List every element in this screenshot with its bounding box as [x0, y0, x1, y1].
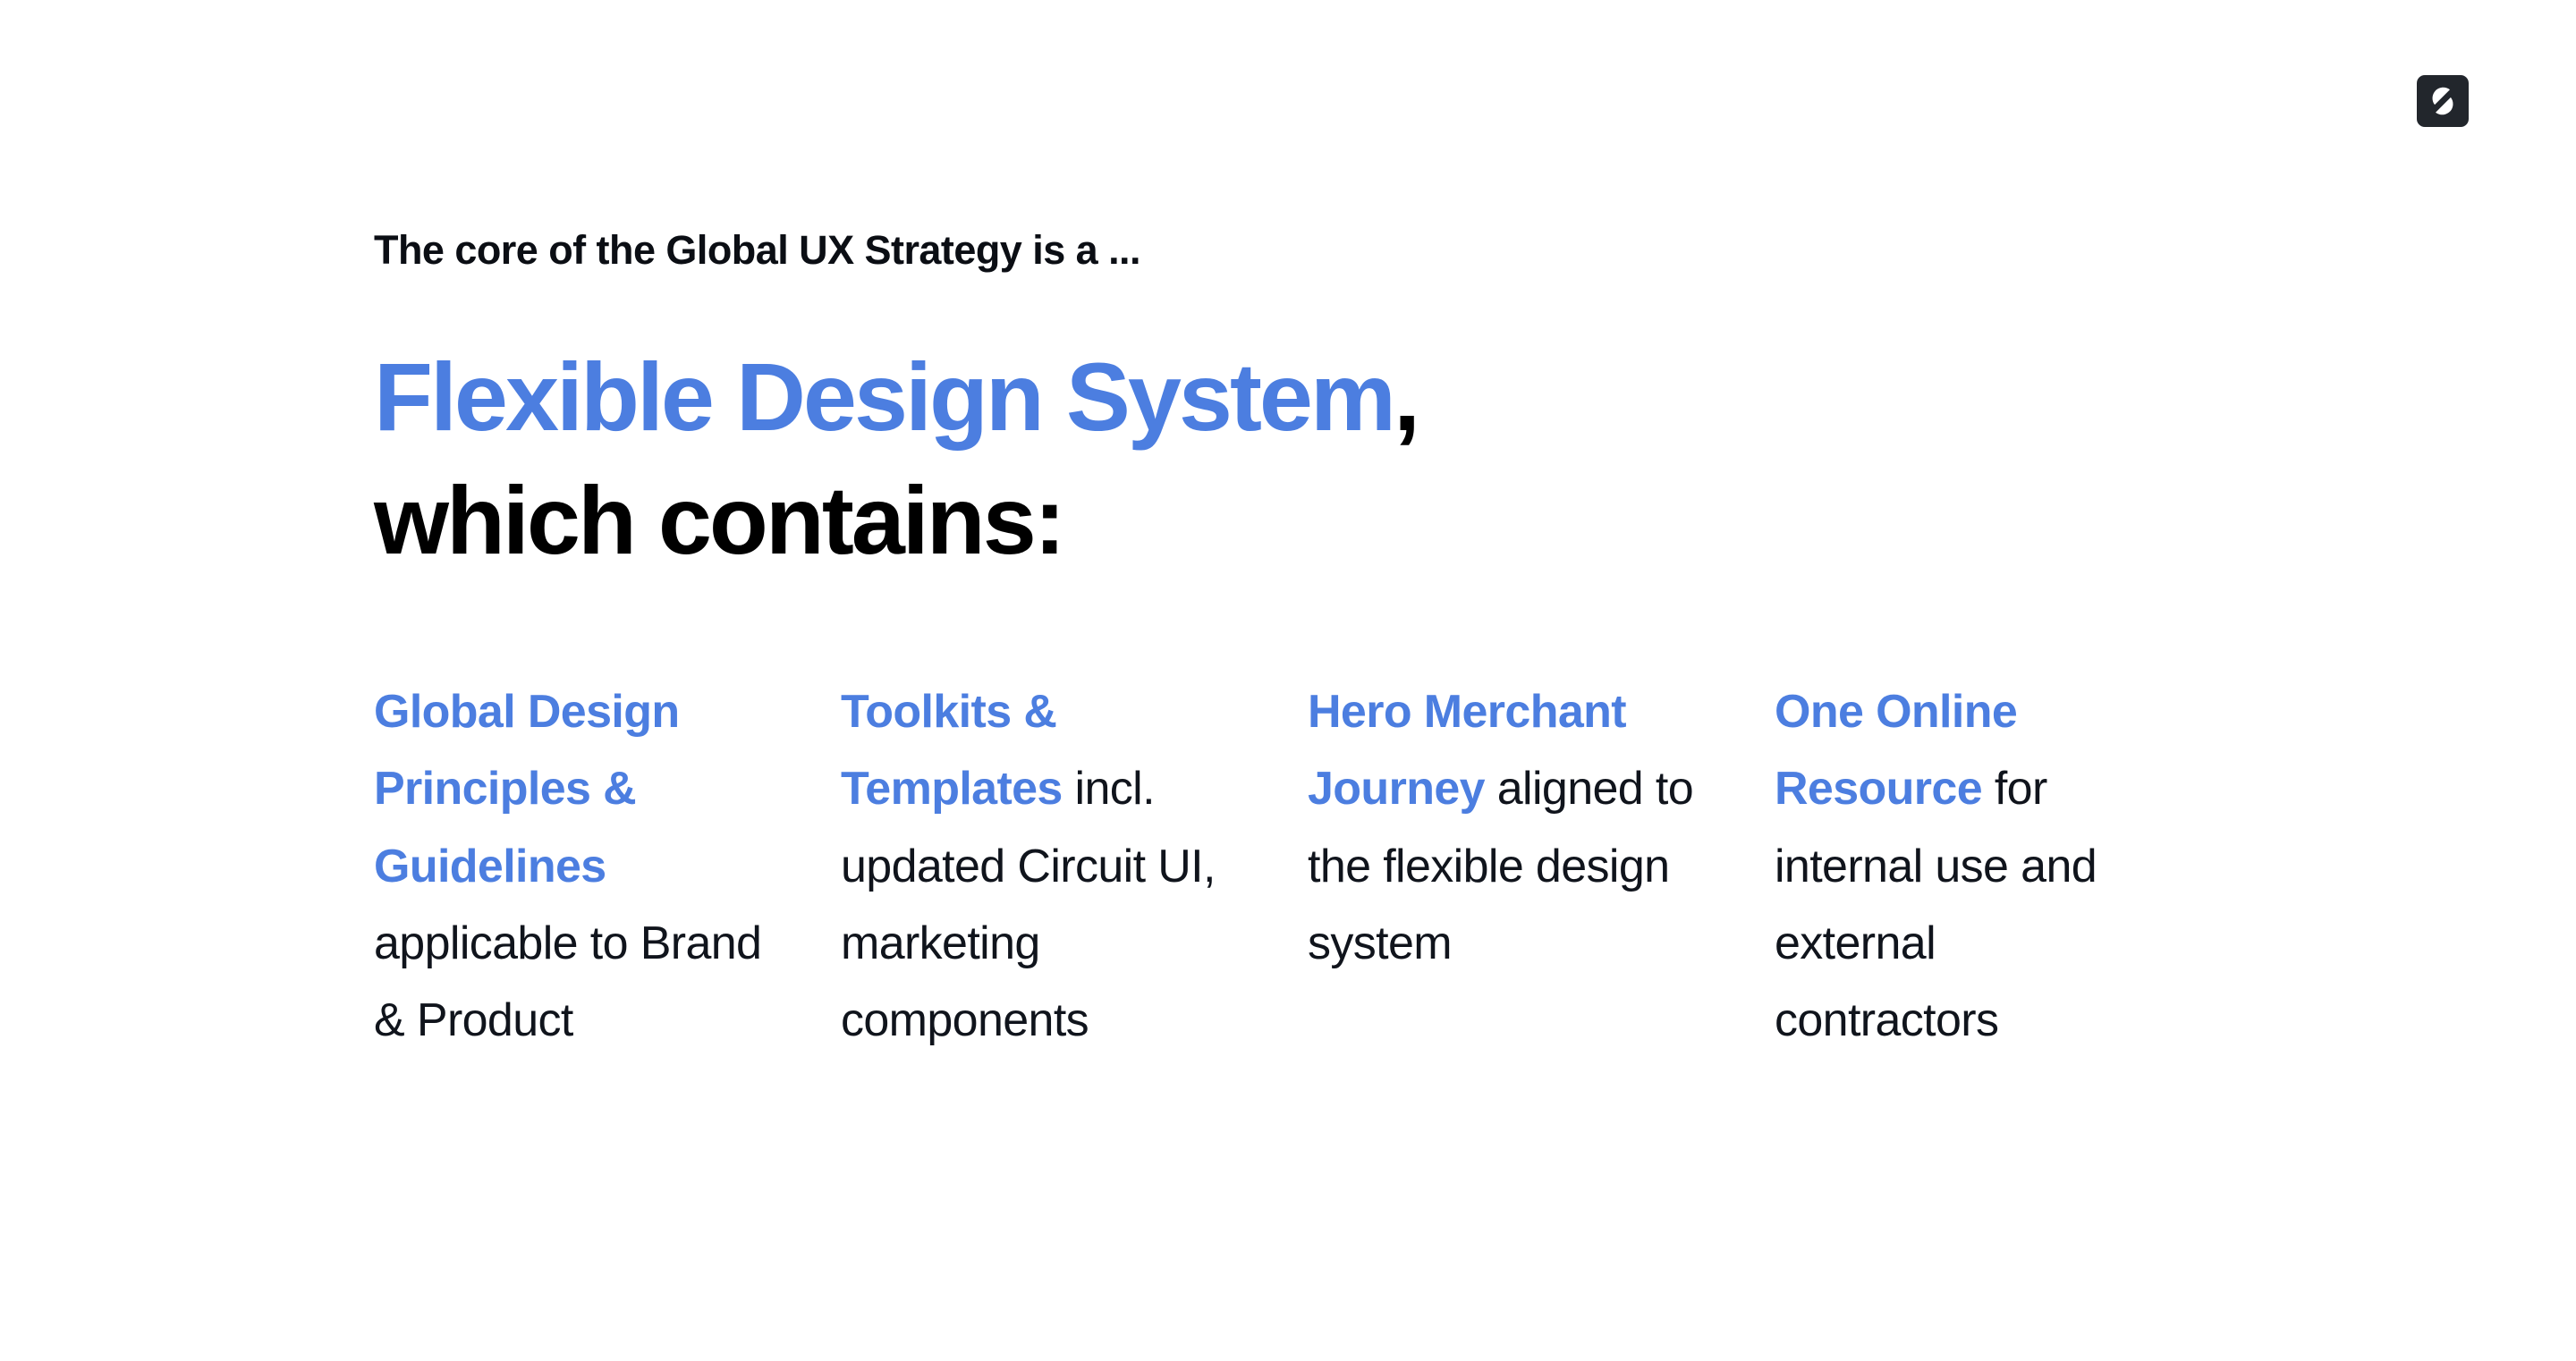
headline-comma: , [1393, 342, 1420, 451]
pillar-1-lead: Global Design Principles & Guidelines [374, 686, 680, 892]
page-title: Flexible Design System, which contains: [374, 335, 1420, 582]
pillar-columns: Global Design Principles & Guidelines ap… [374, 673, 2190, 1060]
pillar-column-4: One Online Resource for internal use and… [1775, 673, 2165, 1060]
pillar-column-2: Toolkits & Templates incl. updated Circu… [841, 673, 1231, 1060]
pillar-column-1: Global Design Principles & Guidelines ap… [374, 673, 764, 1060]
slide-canvas: The core of the Global UX Strategy is a … [0, 0, 2576, 1361]
pillar-4-lead: One Online Resource [1775, 686, 2018, 816]
headline-accent: Flexible Design System [374, 342, 1396, 451]
sumup-s-logo-icon [2417, 75, 2469, 127]
pillar-column-3: Hero Merchant Journey aligned to the fle… [1308, 673, 1698, 982]
pillar-2-lead: Toolkits & Templates [841, 686, 1063, 816]
eyebrow-heading: The core of the Global UX Strategy is a … [374, 227, 1141, 273]
pillar-1-rest: applicable to Brand & Product [374, 917, 762, 1047]
headline-plain: which contains: [374, 466, 1066, 575]
